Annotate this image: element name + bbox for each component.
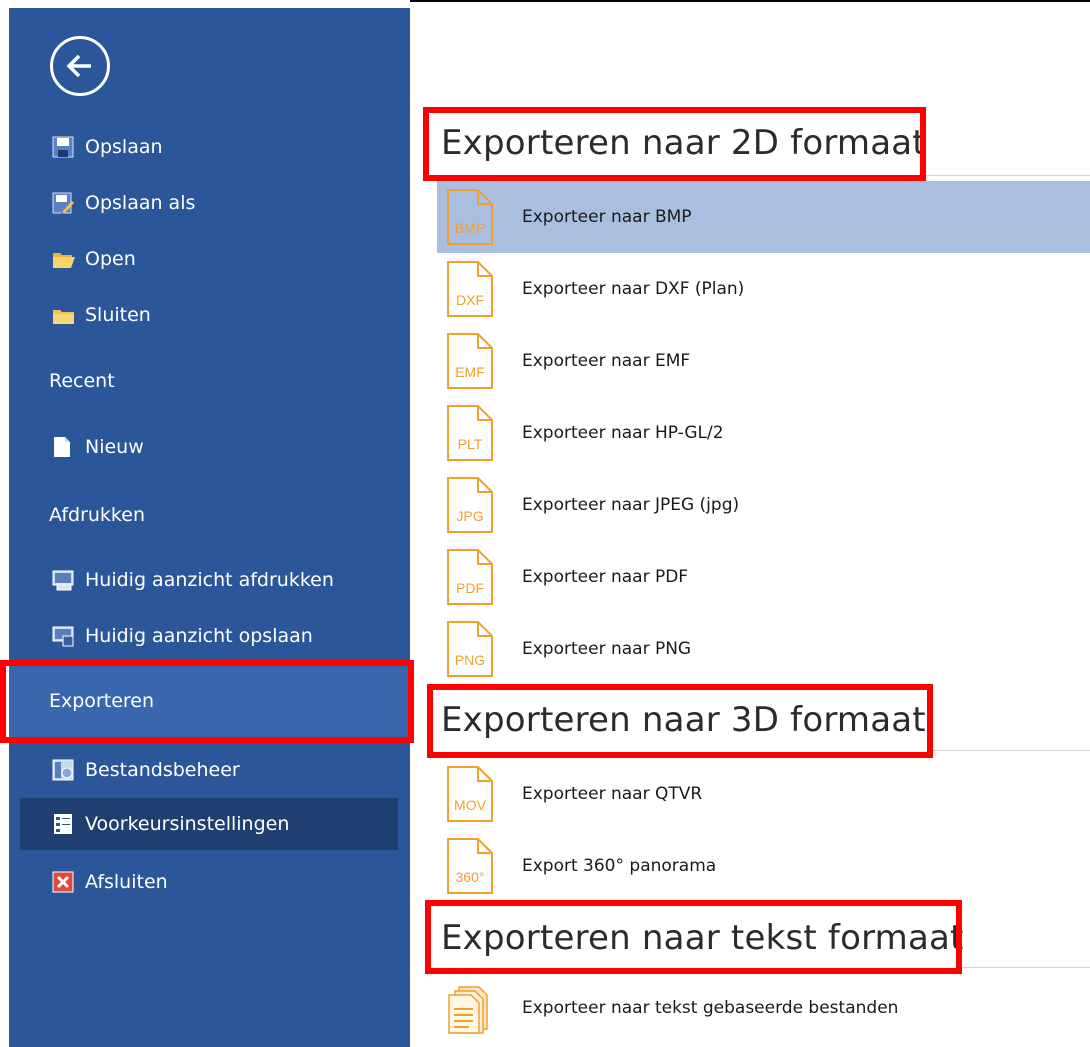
svg-text:DXF: DXF [456, 292, 484, 308]
export-bmp[interactable]: BMP Exporteer naar BMP [437, 181, 1090, 253]
menu-print-view-label: Huidig aanzicht afdrukken [85, 569, 334, 591]
export-dxf-label: Exporteer naar DXF (Plan) [522, 279, 745, 299]
export-emf[interactable]: EMF Exporteer naar EMF [437, 325, 1090, 397]
menu-close-label: Sluiten [85, 304, 151, 326]
text-files-icon [448, 986, 488, 1034]
pdf-file-icon: PDF [447, 549, 493, 605]
open-folder-icon [52, 248, 75, 270]
export-text-files[interactable]: Exporteer naar tekst gebaseerde bestande… [437, 972, 1090, 1044]
menu-save-label: Opslaan [85, 136, 163, 158]
export-jpeg-label: Exporteer naar JPEG (jpg) [522, 495, 740, 515]
plt-file-icon: PLT [447, 405, 493, 461]
divider-2d [926, 175, 1090, 176]
export-png[interactable]: PNG Exporteer naar PNG [437, 613, 1090, 685]
export-hpgl[interactable]: PLT Exporteer naar HP-GL/2 [437, 397, 1090, 469]
svg-text:PNG: PNG [455, 652, 485, 668]
mov-file-icon: MOV [447, 766, 493, 822]
exit-icon [52, 871, 74, 893]
svg-text:PDF: PDF [456, 580, 484, 596]
export-360-panorama[interactable]: 360° Export 360° panorama [437, 830, 1090, 902]
menu-save-view[interactable]: Huidig aanzicht opslaan [9, 610, 410, 662]
emf-file-icon: EMF [447, 333, 493, 389]
divider-text [962, 967, 1090, 968]
export-360-panorama-label: Export 360° panorama [522, 856, 717, 876]
menu-preferences[interactable]: Voorkeursinstellingen [9, 798, 410, 850]
section-recent[interactable]: Recent [49, 370, 115, 392]
section-title-3d: Exporteren naar 3D formaat [441, 700, 926, 740]
menu-new[interactable]: Nieuw [9, 421, 410, 473]
bmp-file-icon: BMP [447, 189, 493, 245]
svg-text:360°: 360° [456, 869, 485, 885]
menu-save[interactable]: Opslaan [9, 121, 410, 173]
save-icon [52, 136, 74, 158]
close-folder-icon [52, 304, 74, 326]
section-title-2d: Exporteren naar 2D formaat [441, 123, 926, 163]
menu-open[interactable]: Open [9, 233, 410, 285]
panorama-file-icon: 360° [447, 838, 493, 894]
print-view-icon [52, 569, 74, 591]
export-hpgl-label: Exporteer naar HP-GL/2 [522, 423, 724, 443]
backstage-sidebar: Opslaan Opslaan als Open Sluiten Recent … [9, 8, 410, 1047]
divider-3d [933, 750, 1090, 751]
svg-text:JPG: JPG [456, 508, 483, 524]
svg-text:EMF: EMF [455, 364, 485, 380]
dxf-file-icon: DXF [447, 261, 493, 317]
menu-file-manager[interactable]: Bestandsbeheer [9, 744, 410, 796]
arrow-left-icon [66, 54, 91, 78]
svg-text:BMP: BMP [455, 220, 485, 236]
file-manager-icon [52, 759, 74, 781]
menu-preferences-label: Voorkeursinstellingen [85, 813, 290, 835]
menu-open-label: Open [85, 248, 136, 270]
export-png-label: Exporteer naar PNG [522, 639, 692, 659]
menu-file-manager-label: Bestandsbeheer [85, 759, 240, 781]
menu-export-label: Exporteren [49, 690, 155, 712]
export-text-files-label: Exporteer naar tekst gebaseerde bestande… [522, 998, 899, 1018]
export-pdf-label: Exporteer naar PDF [522, 567, 689, 587]
section-title-text: Exporteren naar tekst formaat [441, 918, 964, 958]
export-emf-label: Exporteer naar EMF [522, 351, 691, 371]
menu-new-label: Nieuw [85, 436, 144, 458]
menu-close[interactable]: Sluiten [9, 289, 410, 341]
jpg-file-icon: JPG [447, 477, 493, 533]
export-dxf[interactable]: DXF Exporteer naar DXF (Plan) [437, 253, 1090, 325]
menu-save-as[interactable]: Opslaan als [9, 177, 410, 229]
menu-exit-label: Afsluiten [85, 871, 168, 893]
png-file-icon: PNG [447, 621, 493, 677]
menu-export[interactable]: Exporteren [9, 664, 410, 740]
menu-exit[interactable]: Afsluiten [9, 856, 410, 908]
preferences-icon [52, 813, 74, 835]
new-document-icon [52, 436, 74, 458]
svg-text:MOV: MOV [454, 797, 487, 813]
menu-print-view[interactable]: Huidig aanzicht afdrukken [9, 554, 410, 606]
save-as-icon [52, 192, 74, 214]
section-print[interactable]: Afdrukken [49, 504, 145, 526]
top-border-line [410, 0, 1090, 2]
export-bmp-label: Exporteer naar BMP [522, 207, 692, 227]
export-jpeg[interactable]: JPG Exporteer naar JPEG (jpg) [437, 469, 1090, 541]
menu-save-view-label: Huidig aanzicht opslaan [85, 625, 313, 647]
svg-text:PLT: PLT [458, 436, 483, 452]
menu-save-as-label: Opslaan als [85, 192, 196, 214]
back-button[interactable] [50, 36, 110, 96]
export-qtvr[interactable]: MOV Exporteer naar QTVR [437, 758, 1090, 830]
export-pdf[interactable]: PDF Exporteer naar PDF [437, 541, 1090, 613]
export-qtvr-label: Exporteer naar QTVR [522, 784, 703, 804]
save-view-icon [52, 625, 74, 647]
